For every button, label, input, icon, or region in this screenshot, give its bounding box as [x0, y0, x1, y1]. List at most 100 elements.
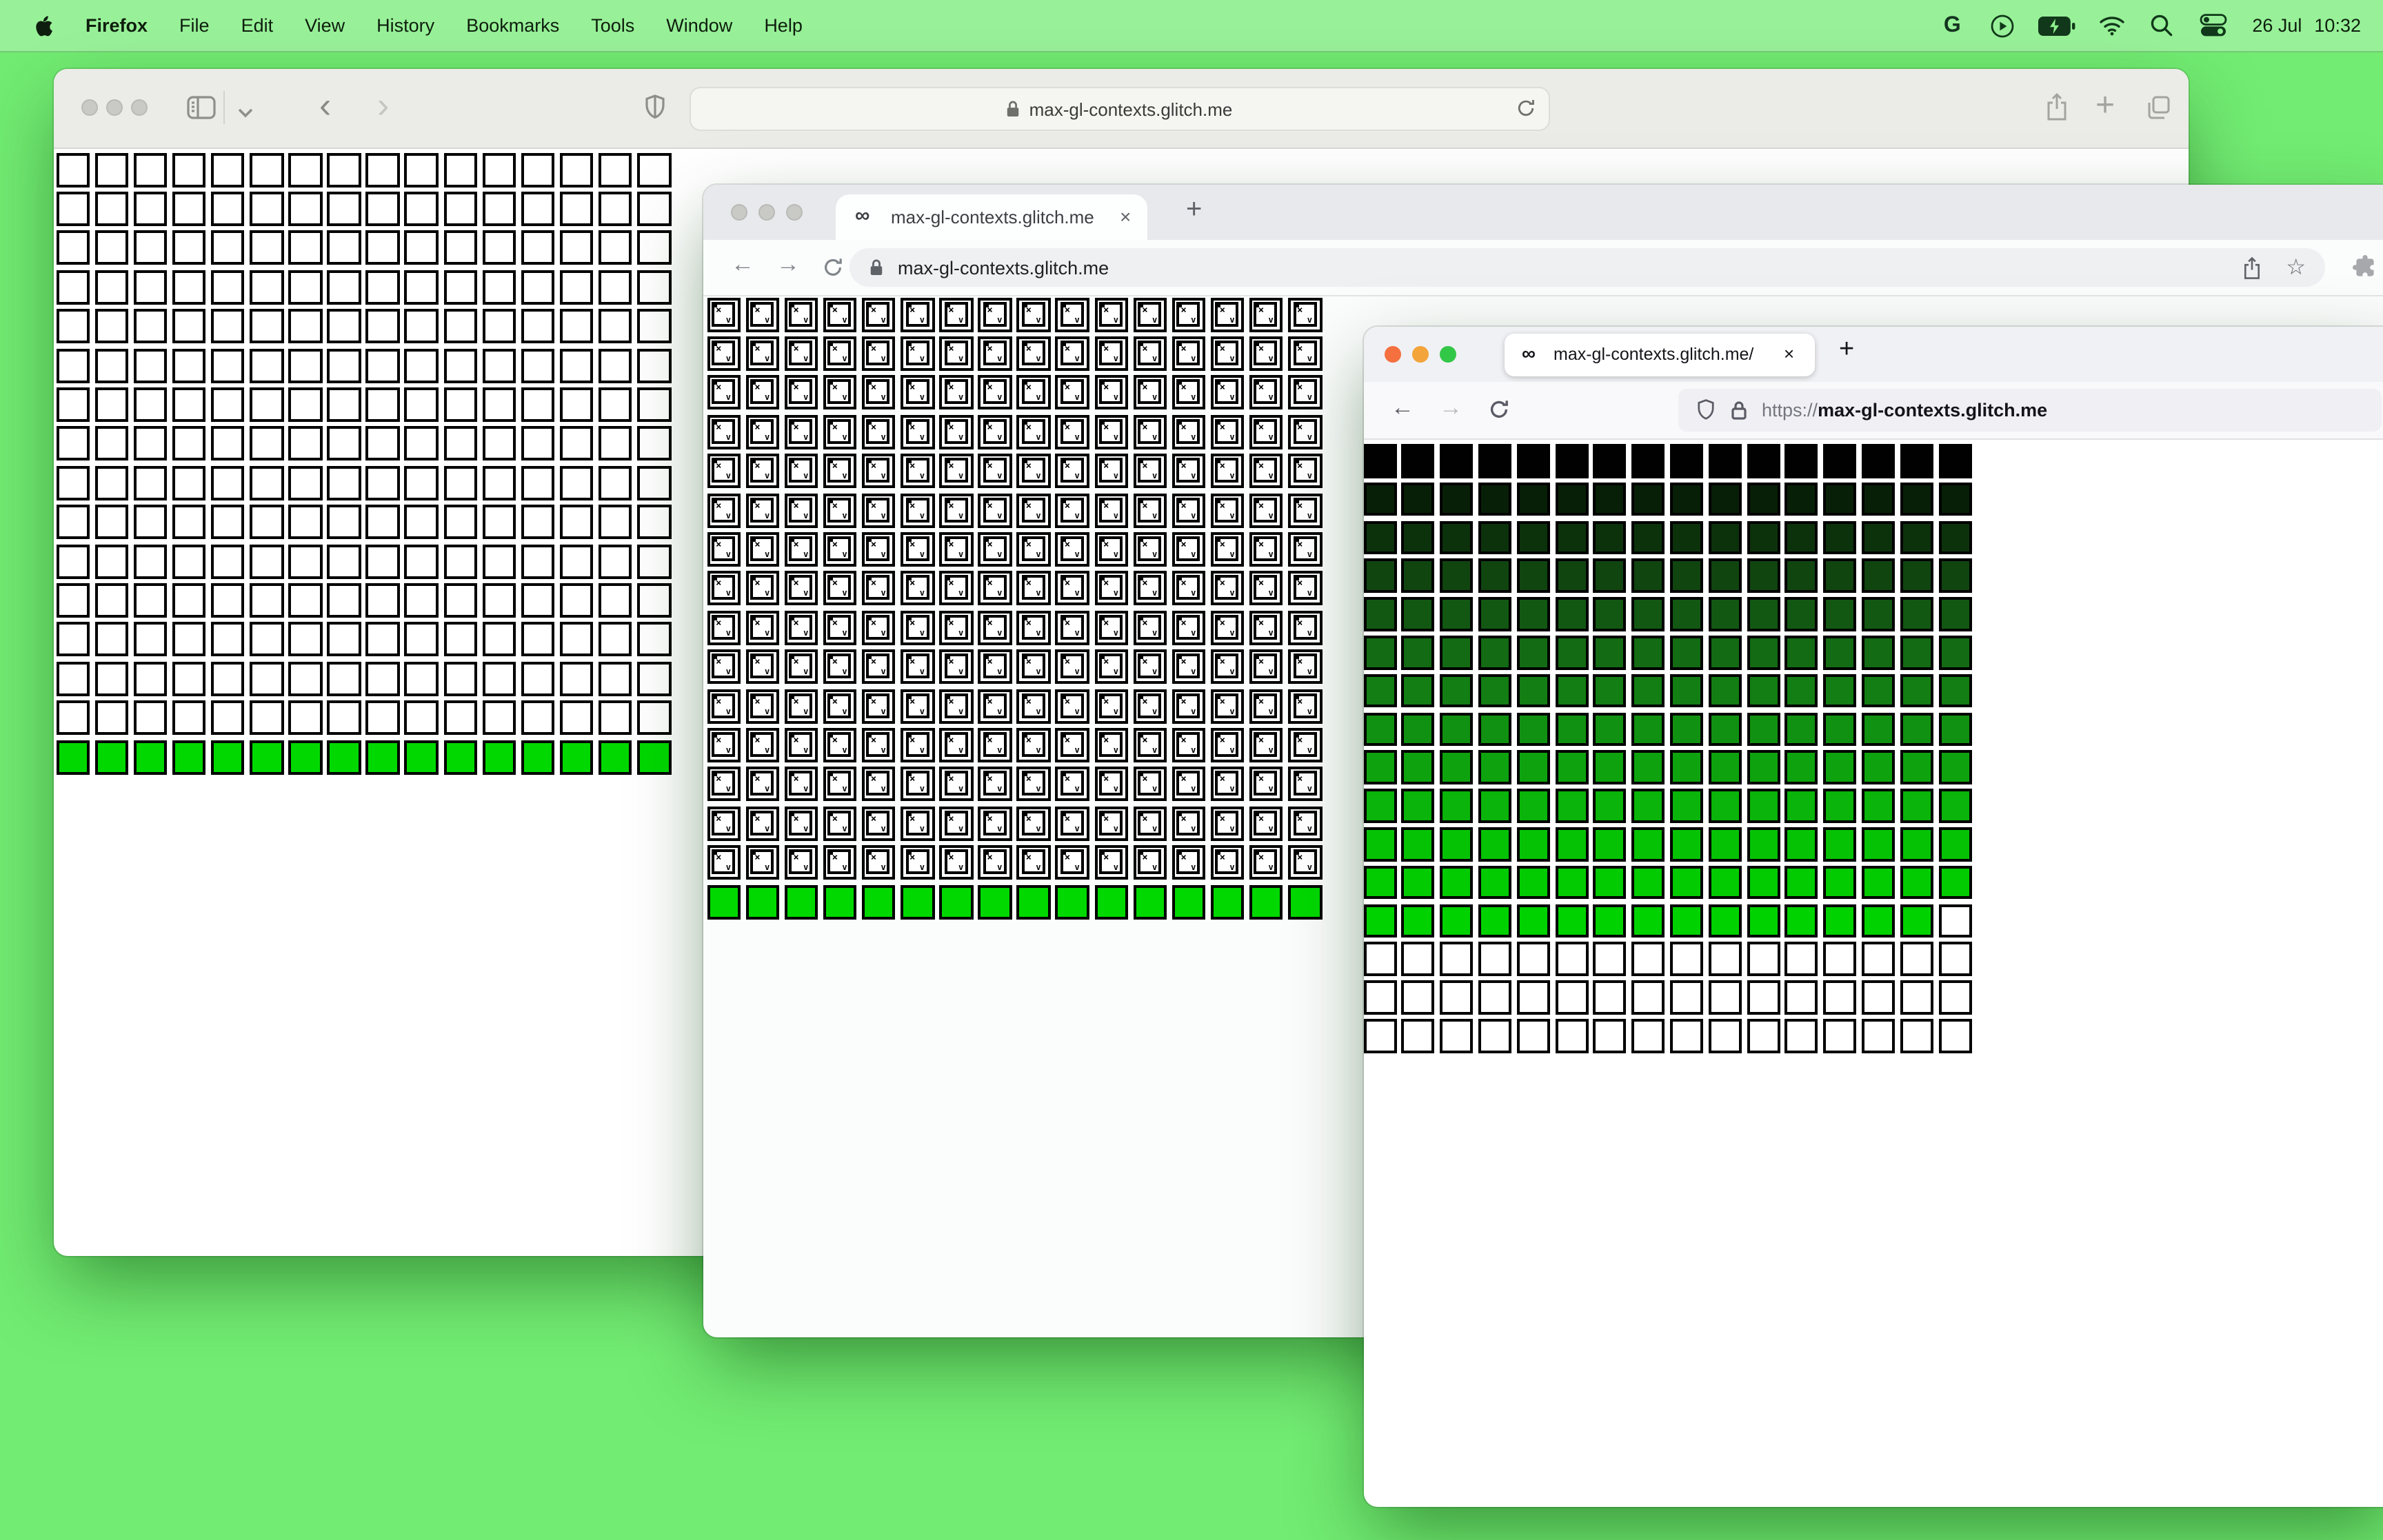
canvas-cell: × v [1016, 806, 1051, 841]
tab-overview-icon[interactable] [2144, 94, 2171, 127]
apple-logo-icon[interactable] [33, 12, 54, 39]
menu-item-file[interactable]: File [179, 15, 210, 36]
tracking-shield-icon[interactable] [1696, 398, 1715, 422]
canvas-cell [1708, 904, 1742, 938]
new-tab-button[interactable]: + [1186, 196, 1202, 223]
canvas-cell [443, 622, 477, 657]
canvas-cell [1478, 789, 1511, 823]
canvas-cell: × v [1094, 845, 1128, 880]
zoom-button[interactable] [130, 99, 147, 116]
menu-item-help[interactable]: Help [764, 15, 803, 36]
chevron-down-icon[interactable] [237, 102, 253, 124]
canvas-cell [1938, 980, 1971, 1015]
lock-icon[interactable] [1730, 400, 1747, 421]
new-tab-button[interactable]: + [1839, 336, 1854, 363]
forward-button[interactable]: → [1439, 396, 1462, 419]
firefox-active-tab[interactable]: ∞ max-gl-contexts.glitch.me/ × [1504, 334, 1814, 376]
control-center-icon[interactable] [2198, 12, 2229, 39]
broken-image-icon: × v [1176, 810, 1200, 835]
minimize-button[interactable] [105, 99, 122, 116]
close-button[interactable] [731, 204, 747, 221]
canvas-cell [443, 544, 477, 578]
menu-bar-time[interactable]: 10:32 [2314, 15, 2361, 36]
canvas-cell [1938, 827, 1971, 861]
canvas-cell [250, 309, 283, 344]
canvas-cell [1593, 750, 1627, 784]
extensions-puzzle-icon[interactable] [2353, 255, 2377, 285]
canvas-cell [443, 270, 477, 305]
search-icon[interactable] [2149, 12, 2175, 39]
zoom-button[interactable] [1439, 346, 1456, 363]
canvas-cell [327, 622, 361, 657]
canvas-cell [1401, 789, 1435, 823]
menu-item-history[interactable]: History [376, 15, 434, 36]
canvas-cell [1555, 942, 1588, 976]
menu-item-bookmarks[interactable]: Bookmarks [466, 15, 559, 36]
tab-close-icon[interactable]: × [1120, 207, 1131, 226]
canvas-cell [1938, 789, 1971, 823]
reload-icon[interactable] [1487, 398, 1509, 426]
wifi-icon[interactable] [2099, 12, 2125, 39]
tab-close-icon[interactable]: × [1784, 345, 1794, 363]
canvas-cell: × v [901, 689, 934, 723]
reload-icon[interactable] [822, 256, 844, 284]
broken-image-icon: × v [712, 810, 735, 835]
broken-image-icon: × v [1215, 418, 1239, 444]
canvas-cell [210, 505, 245, 540]
canvas-cell [56, 700, 90, 736]
play-circle-icon[interactable] [1989, 12, 2015, 39]
menu-item-view[interactable]: View [305, 15, 345, 36]
canvas-cell: × v [901, 531, 934, 567]
share-icon[interactable] [2242, 256, 2261, 279]
firefox-address-bar[interactable]: https://max-gl-contexts.glitch.me [1678, 389, 2381, 432]
minimize-button[interactable] [1411, 346, 1428, 363]
canvas-cell: × v [861, 493, 896, 527]
bookmark-star-icon[interactable]: ☆ [2286, 254, 2306, 281]
sidebar-icon[interactable] [185, 94, 216, 127]
battery-charging-icon[interactable] [2038, 12, 2075, 39]
canvas-cell: × v [1055, 414, 1089, 449]
canvas-cell [1938, 904, 1971, 938]
canvas-cell [1555, 1019, 1588, 1053]
forward-button[interactable]: → [776, 252, 800, 276]
active-app-name[interactable]: Firefox [86, 15, 148, 36]
zoom-button[interactable] [786, 204, 803, 221]
menu-item-tools[interactable]: Tools [591, 15, 634, 36]
chrome-address-bar[interactable]: max-gl-contexts.glitch.me ☆ [849, 248, 2325, 287]
reload-icon[interactable] [1515, 98, 1536, 123]
minimize-button[interactable] [758, 204, 775, 221]
close-button[interactable] [1384, 346, 1400, 363]
canvas-cell [1593, 636, 1627, 669]
canvas-cell [288, 191, 323, 226]
back-button[interactable]: ← [731, 252, 754, 276]
canvas-cell [443, 230, 477, 265]
canvas-cell: × v [861, 845, 896, 880]
safari-address-bar[interactable]: max-gl-contexts.glitch.me [689, 87, 1549, 131]
broken-image-icon: × v [1215, 810, 1239, 835]
new-tab-button[interactable]: + [2095, 89, 2115, 123]
canvas-cell [1747, 597, 1780, 631]
forward-button[interactable]: › [377, 87, 389, 123]
broken-image-icon: × v [1138, 536, 1162, 561]
canvas-cell: × v [861, 297, 896, 332]
privacy-shield-icon[interactable] [643, 94, 665, 127]
close-button[interactable] [81, 99, 97, 116]
canvas-cell [482, 622, 516, 657]
back-button[interactable]: ← [1391, 396, 1414, 419]
canvas-cell [1938, 1019, 1971, 1053]
canvas-cell: × v [1016, 336, 1051, 371]
firefox-window[interactable]: ∞ max-gl-contexts.glitch.me/ × + ← → htt… [1363, 327, 2383, 1506]
canvas-cell [1593, 597, 1627, 631]
broken-image-icon: × v [1021, 731, 1045, 757]
canvas-cell [1938, 865, 1971, 900]
share-icon[interactable] [2044, 92, 2068, 127]
chrome-active-tab[interactable]: ∞ max-gl-contexts.glitch.me × [836, 194, 1147, 240]
canvas-cell [1938, 558, 1971, 593]
back-button[interactable]: ‹ [319, 87, 331, 123]
google-icon[interactable]: G [1939, 12, 1965, 39]
menu-item-edit[interactable]: Edit [241, 15, 274, 36]
canvas-cell [250, 230, 283, 265]
menu-item-window[interactable]: Window [666, 15, 732, 36]
canvas-cell [1823, 942, 1857, 976]
menu-bar-date[interactable]: 26 Jul [2252, 15, 2302, 36]
